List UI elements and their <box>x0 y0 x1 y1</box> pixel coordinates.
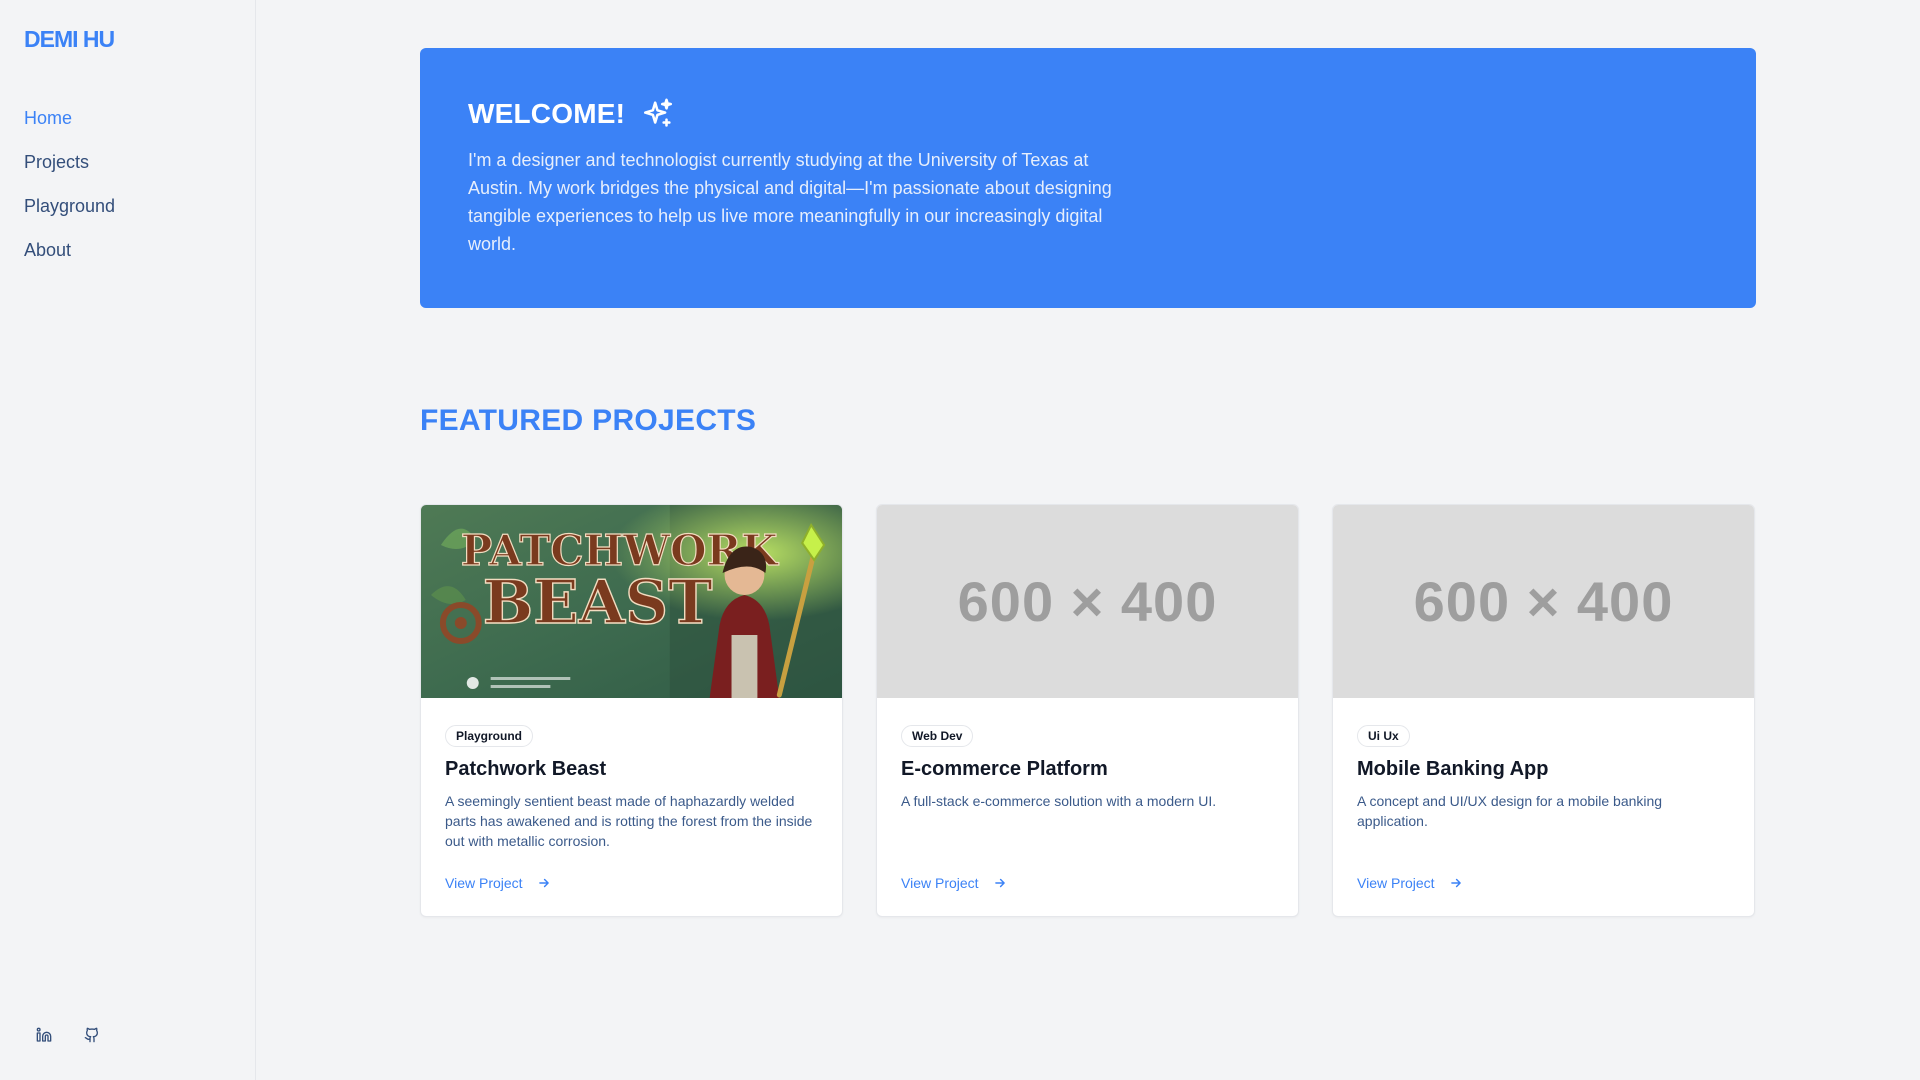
github-icon[interactable] <box>84 1027 100 1043</box>
project-description: A seemingly sentient beast made of hapha… <box>445 793 813 849</box>
welcome-text: I'm a designer and technologist currentl… <box>468 150 1112 254</box>
site-logo[interactable]: DEMI HU <box>24 26 115 53</box>
card-body: Ui Ux Mobile Banking App A concept and U… <box>1333 698 1754 831</box>
view-project-link[interactable]: View Project <box>901 875 1007 891</box>
project-title: Mobile Banking App <box>1357 758 1549 780</box>
nav-item-playground[interactable]: Playground <box>24 191 115 235</box>
nav-item-projects[interactable]: Projects <box>24 147 115 191</box>
linkedin-icon[interactable] <box>36 1027 52 1043</box>
sidebar-nav: Home Projects Playground About <box>24 103 115 279</box>
view-project-label: View Project <box>1357 875 1435 891</box>
image-placeholder: 600 × 400 <box>1333 505 1754 698</box>
sidebar: DEMI HU Home Projects Playground About <box>0 0 256 1080</box>
welcome-title-row: WELCOME! <box>468 96 1708 132</box>
project-tag: Ui Ux <box>1357 725 1410 747</box>
view-project-link[interactable]: View Project <box>1357 875 1463 891</box>
project-description: A full-stack e-commerce solution with a … <box>901 793 1217 809</box>
arrow-right-icon <box>994 878 1005 888</box>
welcome-banner: WELCOME! I'm a designer and technologist… <box>420 48 1756 308</box>
nav-item-home[interactable]: Home <box>24 103 115 147</box>
card-body: Playground Patchwork Beast A seemingly s… <box>421 698 842 851</box>
project-title: Patchwork Beast <box>445 758 607 780</box>
view-project-link[interactable]: View Project <box>445 875 551 891</box>
patchwork-beast-thumbnail: PATCHWORK BEAST <box>421 505 842 698</box>
project-title: E-commerce Platform <box>901 758 1108 780</box>
thumbnail-title-line2: BEAST <box>483 568 713 638</box>
view-project-label: View Project <box>445 875 523 891</box>
card-body: Web Dev E-commerce Platform A full-stack… <box>877 698 1298 811</box>
main-content: WELCOME! I'm a designer and technologist… <box>256 0 1920 1080</box>
social-links <box>36 1027 100 1043</box>
nav-item-about[interactable]: About <box>24 235 115 279</box>
arrow-right-icon <box>538 878 549 888</box>
view-project-label: View Project <box>901 875 979 891</box>
project-description: A concept and UI/UX design for a mobile … <box>1357 793 1663 829</box>
arrow-right-icon <box>1450 878 1461 888</box>
project-tag: Playground <box>445 725 534 747</box>
project-tag: Web Dev <box>901 725 974 747</box>
image-placeholder: 600 × 400 <box>877 505 1298 698</box>
welcome-title: WELCOME! <box>468 98 626 129</box>
project-card-mobile-banking-app[interactable]: 600 × 400 Ui Ux Mobile Banking App A con… <box>1332 504 1755 917</box>
project-cards: PATCHWORK BEAST Playground Patchwork Bea… <box>420 504 1755 917</box>
project-card-ecommerce-platform[interactable]: 600 × 400 Web Dev E-commerce Platform A … <box>876 504 1299 917</box>
project-card-patchwork-beast[interactable]: PATCHWORK BEAST Playground Patchwork Bea… <box>420 504 843 917</box>
sparkles-icon <box>644 98 673 127</box>
featured-projects-title: FEATURED PROJECTS <box>420 404 757 437</box>
